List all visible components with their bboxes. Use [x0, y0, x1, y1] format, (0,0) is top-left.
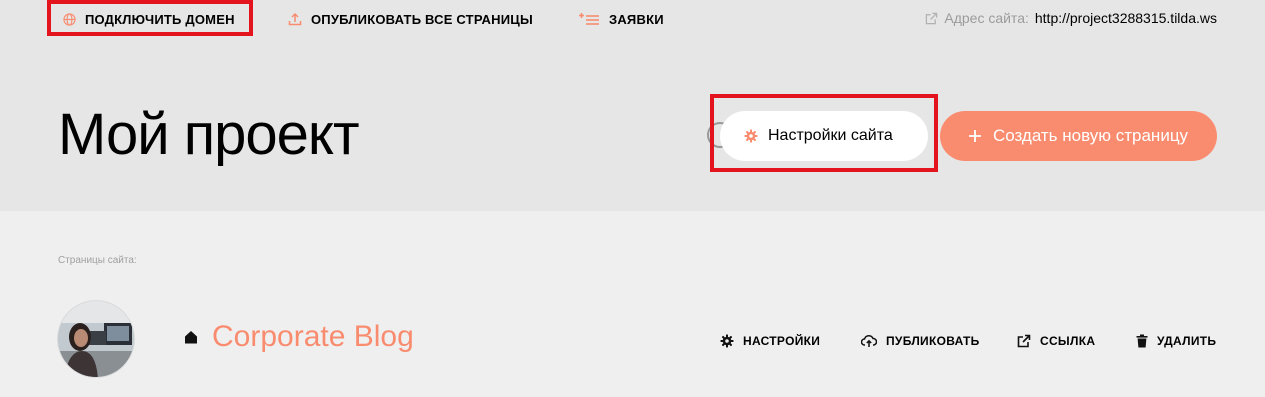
page-thumbnail[interactable]: [57, 300, 135, 378]
publish-all-button[interactable]: ОПУБЛИКОВАТЬ ВСЕ СТРАНИЦЫ: [288, 10, 533, 28]
requests-button[interactable]: ЗАЯВКИ: [578, 10, 664, 28]
page-settings-button[interactable]: НАСТРОЙКИ: [720, 333, 820, 349]
create-page-label: Создать новую страницу: [992, 126, 1189, 145]
home-icon: [184, 330, 198, 344]
page-title-link[interactable]: Corporate Blog: [212, 320, 414, 354]
project-header: ПОДКЛЮЧИТЬ ДОМЕН ОПУБЛИКОВАТЬ ВСЕ СТРАНИ…: [0, 0, 1265, 211]
pages-section-label: Страницы сайта:: [58, 255, 137, 266]
gear-icon: [720, 334, 734, 348]
plus-icon: [968, 130, 981, 142]
page-delete-label: УДАЛИТЬ: [1157, 334, 1217, 348]
trash-icon: [1136, 334, 1148, 348]
page-publish-button[interactable]: ПУБЛИКОВАТЬ: [861, 333, 980, 349]
site-address-url[interactable]: http://project3288315.tilda.ws: [1035, 10, 1217, 26]
cloud-upload-icon: [861, 334, 877, 348]
page-link-label: ССЫЛКА: [1040, 334, 1096, 348]
create-page-button[interactable]: Создать новую страницу: [940, 111, 1217, 161]
publish-all-label: ОПУБЛИКОВАТЬ ВСЕ СТРАНИЦЫ: [311, 11, 533, 27]
page-delete-button[interactable]: УДАЛИТЬ: [1136, 333, 1216, 349]
list-add-icon: [578, 12, 600, 26]
page-row-title: Corporate Blog: [184, 320, 414, 354]
highlight-box-domain: [47, 0, 253, 36]
highlight-box-settings: [710, 94, 938, 172]
upload-icon: [288, 12, 302, 26]
page-settings-label: НАСТРОЙКИ: [743, 334, 821, 348]
site-address-label: Адрес сайта:: [944, 10, 1029, 26]
requests-label: ЗАЯВКИ: [609, 11, 664, 27]
page-title: Мой проект: [58, 102, 360, 167]
external-link-icon: [1017, 334, 1031, 348]
page-link-button[interactable]: ССЫЛКА: [1017, 333, 1095, 349]
page-publish-label: ПУБЛИКОВАТЬ: [886, 334, 980, 348]
site-address: Адрес сайта: http://project3288315.tilda…: [925, 10, 1217, 26]
external-link-icon: [925, 12, 938, 25]
